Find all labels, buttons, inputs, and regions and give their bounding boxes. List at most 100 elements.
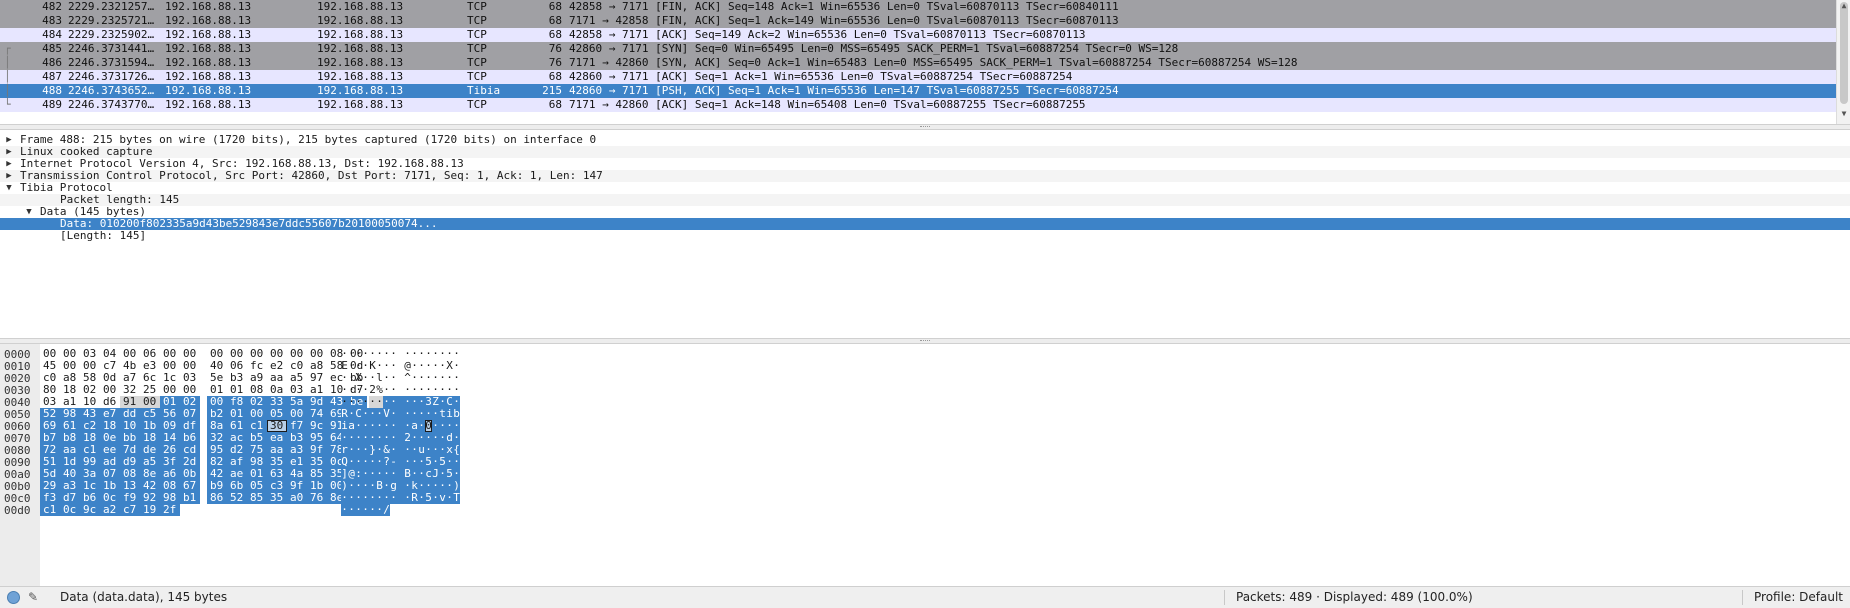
hex-byte[interactable]: 0c <box>60 504 80 516</box>
hex-byte[interactable]: 9c <box>80 504 100 516</box>
ascii-char[interactable] <box>397 492 404 504</box>
capture-comment-icon[interactable]: ✎ <box>28 589 44 605</box>
expanded-arrow-icon[interactable]: ▼ <box>3 182 15 194</box>
hex-byte[interactable]: 19 <box>140 504 160 516</box>
packet-length: 68 <box>548 98 562 111</box>
packets-count: Packets: 489 · Displayed: 489 (100.0%) <box>1236 590 1473 604</box>
tree-item[interactable]: Data: 010200f802335a9d43be529843e7ddc556… <box>0 218 1850 230</box>
byte-offset: 00d0 <box>4 504 31 517</box>
packet-time: 2246.3743770… <box>68 98 155 111</box>
hex-byte[interactable]: 2f <box>160 504 180 516</box>
bytes-line[interactable]: 00c0f3d7b60cf99298b186528535a0768e54····… <box>0 492 1850 505</box>
packet-time: 2229.2325902… <box>68 28 155 41</box>
packet-row[interactable]: │ 486 2246.3731594… 192.168.88.13 192.168.88… <box>0 56 1836 70</box>
hex-byte[interactable]: 52 <box>227 492 247 504</box>
packet-time: 2246.3731726… <box>68 70 155 83</box>
ascii-char[interactable]: · <box>390 492 397 504</box>
ascii-char[interactable]: · <box>446 492 453 504</box>
bytes-line[interactable]: 00d0 c1 0c 9c a2 c7 19 2f · · · · · · / <box>0 504 1850 517</box>
expert-info-icon[interactable] <box>7 591 20 604</box>
ascii-char[interactable]: · <box>376 504 383 516</box>
scroll-up-arrow-icon[interactable]: ▲ <box>1837 0 1850 12</box>
collapsed-arrow-icon[interactable]: ▶ <box>3 170 15 182</box>
packet-source: 192.168.88.13 <box>165 28 252 41</box>
packet-number: 486 <box>42 56 62 69</box>
packet-details-tree[interactable]: ▶ Frame 488: 215 bytes on wire (1720 bits… <box>0 130 1850 338</box>
ascii-char[interactable]: · <box>418 492 425 504</box>
packet-info: 42860 → 7171 [ACK] Seq=1 Ack=1 Win=65536… <box>569 70 1073 83</box>
hex-byte[interactable]: a0 <box>287 492 307 504</box>
packet-source: 192.168.88.13 <box>165 98 252 111</box>
hex-byte[interactable]: 85 <box>247 492 267 504</box>
hex-byte[interactable]: 76 <box>307 492 327 504</box>
packet-source: 192.168.88.13 <box>165 56 252 69</box>
hex-byte[interactable]: 35 <box>267 492 287 504</box>
packet-row[interactable]: └ 489 2246.3743770… 192.168.88.13 192.168.88… <box>0 98 1836 112</box>
expanded-arrow-icon[interactable]: ▼ <box>23 206 35 218</box>
hex-byte[interactable]: 86 <box>207 492 227 504</box>
packet-list[interactable]: 482 2229.2321257… 192.168.88.13 192.168.88.… <box>0 0 1850 124</box>
hex-byte[interactable]: c1 <box>40 504 60 516</box>
ascii-char[interactable]: / <box>383 504 390 516</box>
packet-protocol: TCP <box>467 56 487 69</box>
packet-row[interactable]: │ 488 2246.3743652… 192.168.88.13 192.168.88… <box>0 84 1836 98</box>
packet-row[interactable]: 484 2229.2325902… 192.168.88.13 192.168.88.… <box>0 28 1836 42</box>
packet-number: 484 <box>42 28 62 41</box>
packet-number: 488 <box>42 84 62 97</box>
packet-length: 68 <box>548 70 562 83</box>
hex-byte[interactable]: c7 <box>120 504 140 516</box>
packet-info: 7171 → 42860 [SYN, ACK] Seq=0 Ack=1 Win=… <box>569 56 1298 69</box>
ascii-char[interactable]: · <box>369 504 376 516</box>
packet-protocol: Tibia <box>467 84 501 97</box>
packet-row[interactable]: ┌ 485 2246.3731441… 192.168.88.13 192.168.88… <box>0 42 1836 56</box>
packet-info: 42860 → 7171 [PSH, ACK] Seq=1 Ack=1 Win=… <box>569 84 1119 97</box>
status-bar: ✎ Data (data.data), 145 bytes Packets: 4… <box>0 586 1850 608</box>
packet-source: 192.168.88.13 <box>165 0 252 13</box>
ascii-char[interactable]: · <box>348 504 355 516</box>
status-message: Data (data.data), 145 bytes <box>60 590 228 604</box>
packet-number: 482 <box>42 0 62 13</box>
packet-source: 192.168.88.13 <box>165 42 252 55</box>
packet-destination: 192.168.88.13 <box>317 56 404 69</box>
packet-length: 215 <box>542 84 562 97</box>
scrollbar-thumb[interactable] <box>1840 2 1848 104</box>
packet-destination: 192.168.88.13 <box>317 42 404 55</box>
tree-item[interactable]: ▶ Frame 488: 215 bytes on wire (1720 bits… <box>0 134 1850 146</box>
packet-number: 485 <box>42 42 62 55</box>
tree-item[interactable]: ▶ Transmission Control Protocol, Src Port… <box>0 170 1850 182</box>
packet-time: 2246.3743652… <box>68 84 155 97</box>
collapsed-arrow-icon[interactable]: ▶ <box>3 158 15 170</box>
packet-info: 42858 → 7171 [FIN, ACK] Seq=148 Ack=1 Wi… <box>569 0 1119 13</box>
packet-time: 2246.3731594… <box>68 56 155 69</box>
ascii-char[interactable]: R <box>411 492 418 504</box>
collapsed-arrow-icon[interactable]: ▶ <box>3 134 15 146</box>
collapsed-arrow-icon[interactable]: ▶ <box>3 146 15 158</box>
ascii-char[interactable]: 5 <box>425 492 432 504</box>
tree-item[interactable]: ▼ Tibia Protocol <box>0 182 1850 194</box>
hex-byte[interactable]: a2 <box>100 504 120 516</box>
packet-list-scrollbar[interactable]: ▲ ▼ <box>1836 0 1850 124</box>
packet-destination: 192.168.88.13 <box>317 14 404 27</box>
packet-destination: 192.168.88.13 <box>317 28 404 41</box>
packet-row[interactable]: 483 2229.2325721… 192.168.88.13 192.168.88.… <box>0 14 1836 28</box>
ascii-char[interactable]: T <box>453 492 460 504</box>
packet-destination: 192.168.88.13 <box>317 98 404 111</box>
ascii-char[interactable]: · <box>355 504 362 516</box>
profile-selector[interactable]: Profile: Default <box>1754 590 1843 604</box>
scroll-down-arrow-icon[interactable]: ▼ <box>1837 108 1850 120</box>
packet-row[interactable]: │ 487 2246.3731726… 192.168.88.13 192.168.88… <box>0 70 1836 84</box>
packet-protocol: TCP <box>467 0 487 13</box>
packet-protocol: TCP <box>467 98 487 111</box>
ascii-char[interactable]: · <box>432 492 439 504</box>
tree-item[interactable]: Packet length: 145 <box>0 194 1850 206</box>
hex-byte[interactable]: b1 <box>180 492 200 504</box>
status-separator <box>1742 590 1743 605</box>
ascii-char[interactable]: · <box>341 504 348 516</box>
ascii-char[interactable]: · <box>404 492 411 504</box>
packet-destination: 192.168.88.13 <box>317 70 404 83</box>
ascii-char[interactable]: v <box>439 492 446 504</box>
tree-item[interactable]: [Length: 145] <box>0 230 1850 242</box>
packet-bytes-pane[interactable]: 0000 00 00 03 04 00 06 00 00 00 00 00 00 00 00 08 00 · · · ·… <box>0 344 1850 586</box>
ascii-char[interactable]: · <box>362 504 369 516</box>
packet-row[interactable]: 482 2229.2321257… 192.168.88.13 192.168.88.… <box>0 0 1836 14</box>
